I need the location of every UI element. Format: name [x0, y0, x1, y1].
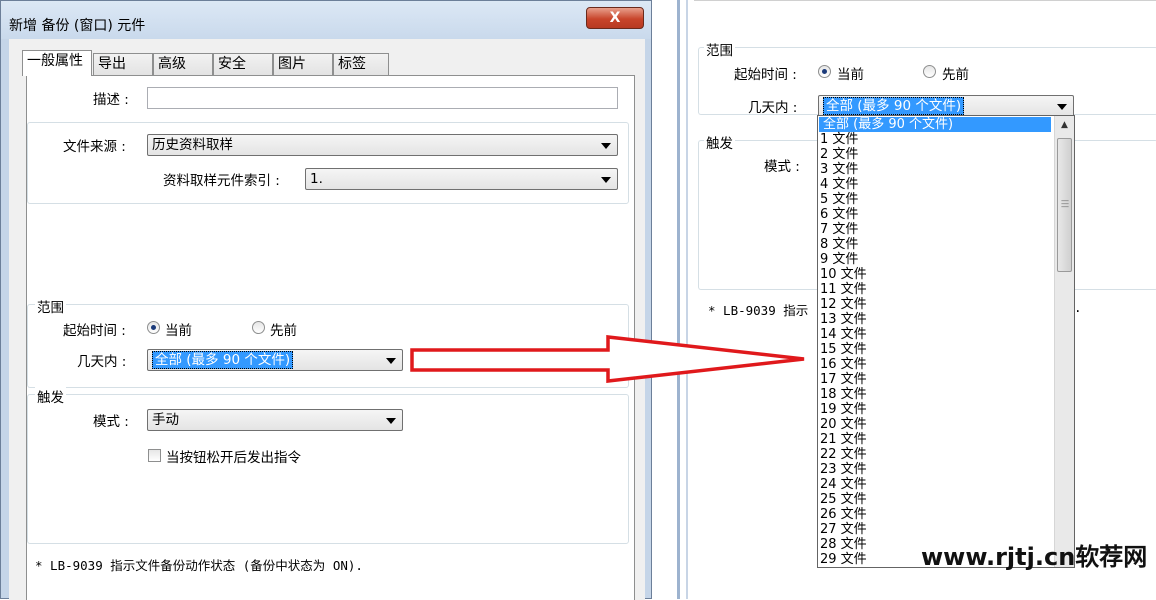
right-radio-previous[interactable]: [923, 65, 936, 78]
dropdown-option[interactable]: 20 文件: [820, 417, 867, 432]
dropdown-option[interactable]: 8 文件: [820, 237, 858, 252]
tab-picture[interactable]: 图片: [273, 53, 333, 75]
scroll-up-icon[interactable]: ▲: [1055, 116, 1074, 134]
radio-current-label: 当前: [165, 323, 192, 339]
close-button[interactable]: X: [586, 7, 644, 29]
dialog-client: 一般属性 导出 高级 安全 图片 标签 描述 : 文件来源 : 历史资料取样 资…: [9, 39, 645, 600]
tab-security[interactable]: 安全: [213, 53, 273, 75]
dropdown-option[interactable]: 26 文件: [820, 507, 867, 522]
start-time-label: 起始时间 :: [63, 323, 126, 339]
dropdown-option[interactable]: 3 文件: [820, 162, 858, 177]
radio-current[interactable]: [147, 321, 160, 334]
mode-label: 模式 :: [93, 414, 129, 430]
right-radio-previous-label: 先前: [942, 67, 969, 83]
tab-general[interactable]: 一般属性: [22, 50, 92, 76]
chevron-down-icon: [386, 358, 396, 364]
days-select[interactable]: 全部 (最多 90 个文件): [147, 349, 403, 371]
divider: [694, 0, 1156, 1]
dropdown-option[interactable]: 18 文件: [820, 387, 867, 402]
dropdown-option[interactable]: 5 文件: [820, 192, 858, 207]
dropdown-option[interactable]: 4 文件: [820, 177, 858, 192]
release-checkbox[interactable]: [148, 449, 161, 462]
trigger-group-title: 触发: [35, 386, 66, 406]
chevron-down-icon: [1057, 104, 1067, 110]
dropdown-option[interactable]: 10 文件: [820, 267, 867, 282]
dropdown-option[interactable]: 29 文件: [820, 552, 867, 567]
dropdown-option[interactable]: 7 文件: [820, 222, 858, 237]
file-source-value: 历史资料取样: [152, 137, 233, 153]
arrow-shape: [410, 335, 805, 383]
right-note-right: .: [1074, 300, 1082, 315]
dropdown-option[interactable]: 6 文件: [820, 207, 858, 222]
days-value: 全部 (最多 90 个文件): [152, 351, 294, 369]
right-radio-current-label: 当前: [837, 67, 864, 83]
backup-status-note: * LB-9039 指示文件备份动作状态 (备份中状态为 ON).: [35, 558, 363, 573]
grip-icon: — — —: [1061, 196, 1069, 211]
radio-previous-label: 先前: [270, 323, 297, 339]
dropdown-option[interactable]: 21 文件: [820, 432, 867, 447]
range-group-title: 范围: [35, 296, 66, 316]
tab-advanced[interactable]: 高级: [153, 53, 213, 75]
scroll-thumb[interactable]: — — —: [1057, 138, 1072, 272]
dropdown-option[interactable]: 25 文件: [820, 492, 867, 507]
right-radio-current[interactable]: [818, 65, 831, 78]
dropdown-option[interactable]: 9 文件: [820, 252, 858, 267]
tab-export[interactable]: 导出: [93, 53, 153, 75]
dropdown-option[interactable]: 23 文件: [820, 462, 867, 477]
mode-select[interactable]: 手动: [147, 409, 403, 431]
right-note-left: * LB-9039 指示: [708, 303, 809, 318]
window-border: [686, 0, 688, 599]
window-title: 新增 备份 (窗口) 元件: [9, 18, 146, 34]
file-source-select[interactable]: 历史资料取样: [147, 134, 618, 156]
dropdown-option[interactable]: 14 文件: [820, 327, 867, 342]
dropdown-option[interactable]: 28 文件: [820, 537, 867, 552]
dropdown-option[interactable]: 12 文件: [820, 297, 867, 312]
sample-index-label: 资料取样元件索引 :: [163, 173, 280, 189]
dropdown-option[interactable]: 19 文件: [820, 402, 867, 417]
days-dropdown-list[interactable]: 全部 (最多 90 个文件) 1 文件 2 文件 3 文件 4 文件 5 文件 6 文件 7 …: [817, 115, 1075, 568]
dropdown-option[interactable]: 11 文件: [820, 282, 867, 297]
right-mode-label: 模式 :: [764, 159, 800, 175]
description-label: 描述 :: [93, 92, 129, 108]
dropdown-option[interactable]: 1 文件: [820, 132, 858, 147]
right-start-time-label: 起始时间 :: [734, 67, 797, 83]
dropdown-option[interactable]: 全部 (最多 90 个文件): [819, 117, 1051, 132]
tab-tags[interactable]: 标签: [333, 53, 389, 75]
chevron-down-icon: [386, 418, 396, 424]
window-border: [677, 0, 680, 599]
dropdown-scrollbar[interactable]: ▲ — — —: [1054, 116, 1074, 567]
dropdown-option[interactable]: 15 文件: [820, 342, 867, 357]
file-source-label: 文件来源 :: [63, 139, 126, 155]
right-days-select[interactable]: 全部 (最多 90 个文件): [818, 95, 1074, 117]
release-checkbox-label: 当按钮松开后发出指令: [166, 450, 301, 466]
title-bar: 新增 备份 (窗口) 元件 X: [1, 1, 651, 39]
dropdown-option[interactable]: 27 文件: [820, 522, 867, 537]
mode-value: 手动: [152, 412, 179, 428]
arrow-annotation: [410, 335, 805, 383]
sample-index-value: 1.: [310, 171, 323, 187]
dropdown-option[interactable]: 24 文件: [820, 477, 867, 492]
chevron-down-icon: [601, 143, 611, 149]
watermark-logo: www.rjtj.cn软荐网: [921, 543, 1148, 571]
sample-index-select[interactable]: 1.: [305, 168, 618, 190]
dialog-window: 新增 备份 (窗口) 元件 X 一般属性 导出 高级 安全 图片 标签 描述 :…: [0, 0, 652, 600]
chevron-down-icon: [601, 177, 611, 183]
dropdown-option[interactable]: 13 文件: [820, 312, 867, 327]
right-trigger-title: 触发: [704, 132, 735, 152]
dropdown-option[interactable]: 2 文件: [820, 147, 858, 162]
right-days-value: 全部 (最多 90 个文件): [823, 97, 965, 115]
dropdown-option[interactable]: 16 文件: [820, 357, 867, 372]
dropdown-option[interactable]: 22 文件: [820, 447, 867, 462]
right-days-label: 几天内 :: [748, 100, 798, 116]
right-range-title: 范围: [704, 39, 735, 59]
days-label: 几天内 :: [77, 354, 127, 370]
description-input[interactable]: [147, 87, 618, 109]
dropdown-option[interactable]: 17 文件: [820, 372, 867, 387]
radio-previous[interactable]: [252, 321, 265, 334]
